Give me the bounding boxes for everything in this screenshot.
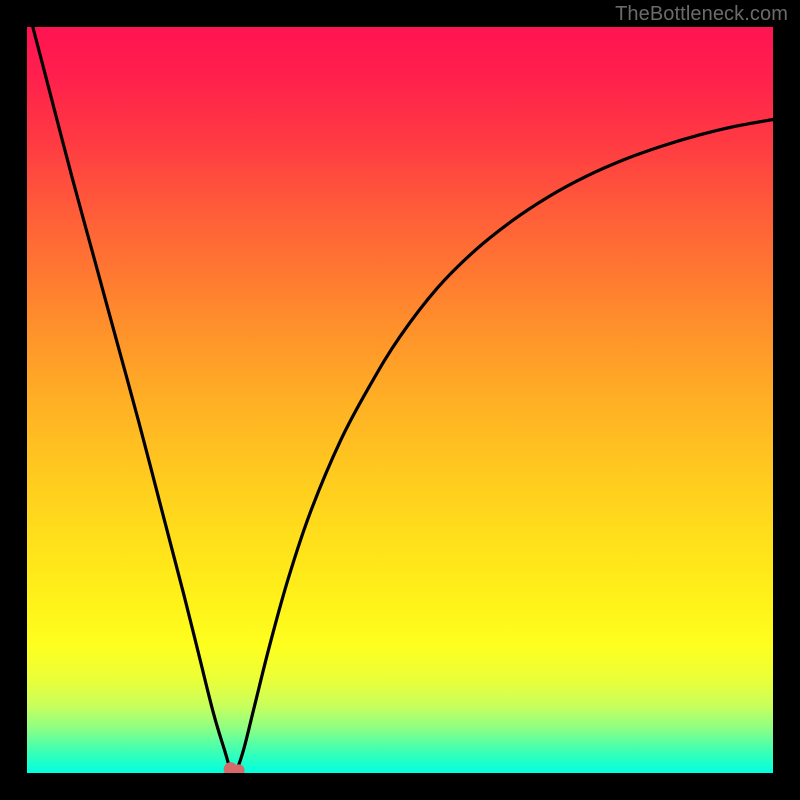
bottleneck-curve bbox=[27, 27, 773, 773]
watermark-text: TheBottleneck.com bbox=[615, 3, 788, 26]
curve-layer bbox=[27, 27, 773, 773]
chart-frame: TheBottleneck.com bbox=[0, 0, 800, 800]
plot-area bbox=[27, 27, 773, 773]
